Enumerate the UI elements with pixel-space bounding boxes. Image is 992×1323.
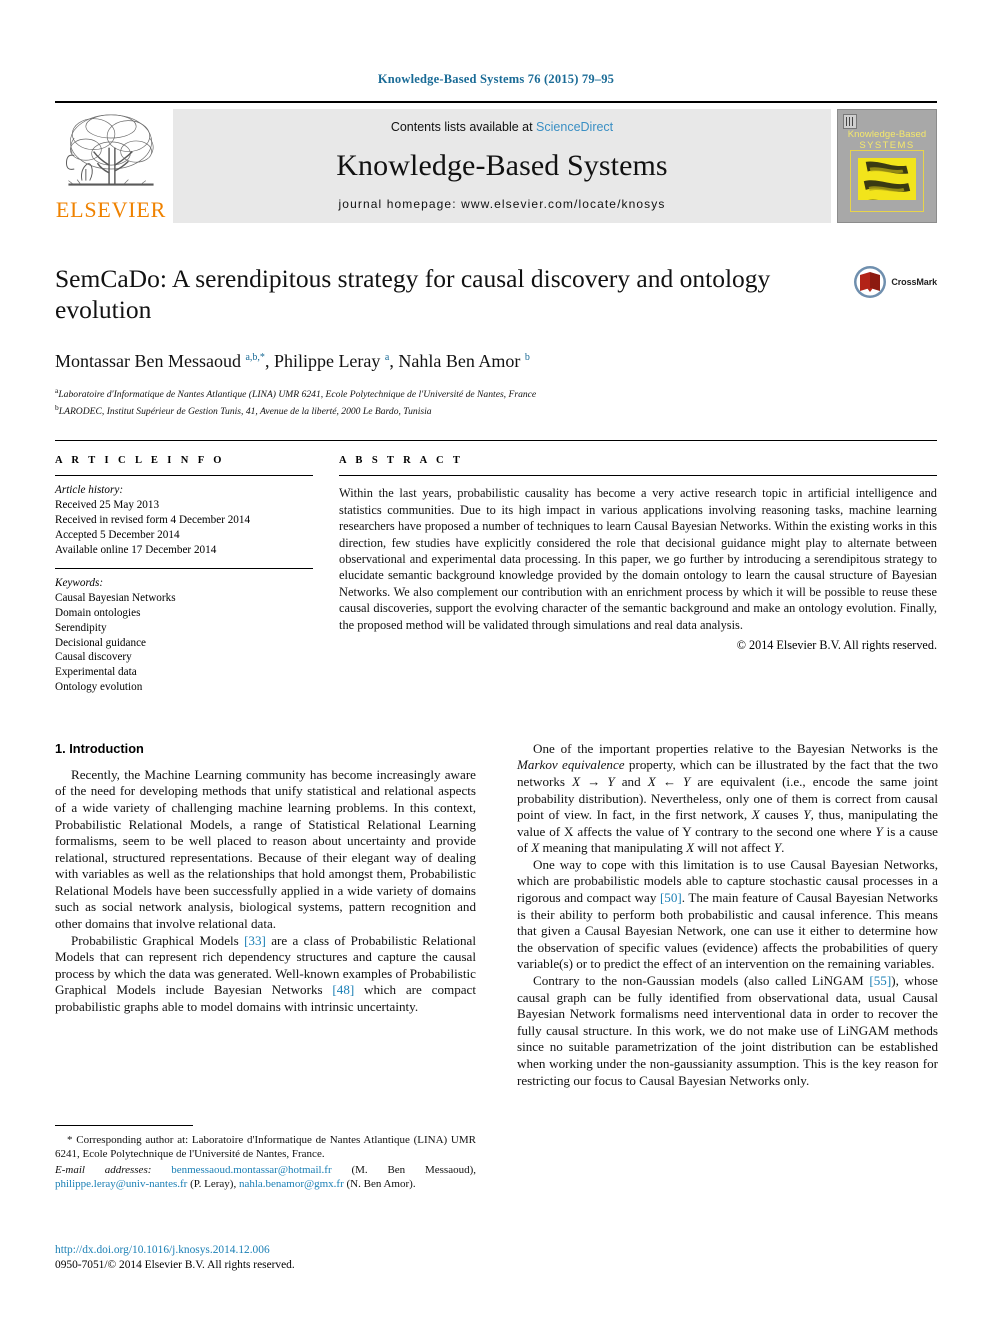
footnote-rule bbox=[55, 1125, 193, 1126]
citation-ref[interactable]: [48] bbox=[332, 982, 354, 997]
citation-ref[interactable]: [55] bbox=[869, 973, 891, 988]
page-title: SemCaDo: A serendipitous strategy for ca… bbox=[55, 264, 771, 324]
body-right-column: One of the important properties relative… bbox=[517, 741, 938, 1211]
paragraph: Recently, the Machine Learning community… bbox=[55, 766, 476, 932]
article-info-heading: A R T I C L E I N F O bbox=[55, 455, 225, 467]
email-link[interactable]: philippe.leray@univ-nantes.fr bbox=[55, 1178, 187, 1190]
crossmark-icon bbox=[854, 266, 887, 298]
keyword-item: Domain ontologies bbox=[55, 606, 141, 619]
contents-available-line: Contents lists available at ScienceDirec… bbox=[391, 120, 613, 134]
affiliation-b: bLARODEC, Institut Supérieur de Gestion … bbox=[55, 403, 432, 418]
keyword-item: Decisional guidance bbox=[55, 636, 147, 649]
keywords-block: Keywords: Causal Bayesian Networks Domai… bbox=[55, 576, 313, 694]
abstract-heading: A B S T R A C T bbox=[339, 455, 464, 467]
section-title-introduction: 1. Introduction bbox=[55, 740, 144, 756]
corresponding-author-text: * Corresponding author at: Laboratoire d… bbox=[55, 1134, 476, 1160]
email-owner: (P. Leray) bbox=[190, 1178, 234, 1190]
paper-page: Knowledge-Based Systems 76 (2015) 79–95 bbox=[0, 0, 992, 1323]
sciencedirect-link[interactable]: ScienceDirect bbox=[536, 120, 613, 134]
email-owner: (N. Ben Amor) bbox=[346, 1178, 413, 1190]
email-link[interactable]: nahla.benamor@gmx.fr bbox=[239, 1178, 344, 1190]
article-history-block: Article history: Received 25 May 2013 Re… bbox=[55, 483, 313, 557]
cover-badge-icon bbox=[843, 114, 857, 129]
keywords-rule bbox=[55, 568, 313, 570]
authors-text: Montassar Ben Messaoud a,b,*, Philippe L… bbox=[55, 351, 530, 371]
journal-cover-thumbnail: Knowledge-Based SYSTEMS bbox=[837, 109, 937, 223]
email-owner: (M. Ben Messaoud) bbox=[351, 1164, 474, 1176]
cover-title-line1: Knowledge-Based bbox=[847, 129, 927, 140]
author-list: Montassar Ben Messaoud a,b,*, Philippe L… bbox=[55, 351, 937, 372]
doi-block: http://dx.doi.org/10.1016/j.knosys.2014.… bbox=[55, 1243, 485, 1272]
keyword-item: Experimental data bbox=[55, 666, 137, 679]
affiliation-a: aLaboratoire d'Informatique de Nantes At… bbox=[55, 386, 537, 401]
abstract-copyright: © 2014 Elsevier B.V. All rights reserved… bbox=[736, 638, 937, 653]
journal-masthead: ELSEVIER Contents lists available at Sci… bbox=[55, 101, 937, 223]
article-history-label: Article history: bbox=[55, 484, 124, 497]
paragraph: Probabilistic Graphical Models [33] are … bbox=[55, 932, 476, 1015]
emphasis-markov-equivalence: Markov equivalence bbox=[517, 757, 625, 773]
abstract-rule bbox=[339, 475, 937, 477]
keyword-item: Serendipity bbox=[55, 621, 107, 634]
contents-prefix: Contents lists available at bbox=[390, 120, 537, 134]
journal-title: Knowledge-Based Systems bbox=[336, 148, 668, 182]
running-head: Knowledge-Based Systems 76 (2015) 79–95 bbox=[377, 72, 615, 86]
info-top-rule bbox=[55, 440, 937, 442]
journal-homepage[interactable]: journal homepage: www.elsevier.com/locat… bbox=[339, 197, 666, 211]
cover-helix-art bbox=[858, 158, 916, 200]
paragraph: One of the important properties relative… bbox=[517, 740, 939, 856]
elsevier-tree-icon bbox=[66, 114, 154, 186]
elsevier-logo: ELSEVIER bbox=[55, 109, 167, 223]
paragraph: Contrary to the non-Gaussian models (als… bbox=[517, 973, 938, 1088]
email-addresses-note: E-mail addresses: benmessaoud.montassar@… bbox=[55, 1164, 476, 1190]
email-label: E-mail addresses: bbox=[55, 1164, 152, 1176]
email-link[interactable]: benmessaoud.montassar@hotmail.fr bbox=[171, 1164, 331, 1176]
history-item: Available online 17 December 2014 bbox=[55, 543, 217, 556]
citation-ref[interactable]: [33] bbox=[244, 933, 266, 948]
keywords-label: Keywords: bbox=[55, 577, 104, 590]
issn-copyright-line: 0950-7051/© 2014 Elsevier B.V. All right… bbox=[55, 1258, 295, 1271]
affiliations: aLaboratoire d'Informatique de Nantes At… bbox=[55, 384, 937, 418]
paragraph: One way to cope with this limitation is … bbox=[517, 856, 939, 972]
article-info-column: A R T I C L E I N F O Article history: R… bbox=[55, 455, 313, 694]
corresponding-author-note: * Corresponding author at: Laboratoire d… bbox=[55, 1133, 476, 1161]
cover-title: Knowledge-Based SYSTEMS bbox=[838, 129, 936, 151]
article-info-rule bbox=[55, 475, 313, 477]
abstract-text: Within the last years, probabilistic cau… bbox=[339, 486, 937, 632]
keyword-item: Causal discovery bbox=[55, 651, 132, 664]
affiliation-a-text: Laboratoire d'Informatique de Nantes Atl… bbox=[58, 389, 537, 401]
info-abstract-row: A R T I C L E I N F O Article history: R… bbox=[55, 455, 937, 694]
abstract-column: A B S T R A C T Within the last years, p… bbox=[339, 455, 937, 694]
history-item: Received 25 May 2013 bbox=[55, 499, 160, 512]
affiliation-b-text: LARODEC, Institut Supérieur de Gestion T… bbox=[58, 406, 432, 418]
crossmark-badge[interactable]: CrossMark bbox=[853, 265, 937, 299]
citation-ref[interactable]: [50] bbox=[660, 890, 682, 905]
keyword-item: Causal Bayesian Networks bbox=[55, 592, 176, 605]
history-item: Received in revised form 4 December 2014 bbox=[55, 513, 251, 526]
doi-link[interactable]: http://dx.doi.org/10.1016/j.knosys.2014.… bbox=[55, 1243, 485, 1258]
dna-helix-icon bbox=[863, 161, 911, 200]
history-item: Accepted 5 December 2014 bbox=[55, 528, 180, 541]
crossmark-label: CrossMark bbox=[891, 277, 937, 287]
elsevier-wordmark: ELSEVIER bbox=[55, 197, 167, 222]
footnote-block: * Corresponding author at: Laboratoire d… bbox=[55, 1125, 476, 1191]
masthead-center-panel: Contents lists available at ScienceDirec… bbox=[173, 109, 831, 223]
keyword-item: Ontology evolution bbox=[55, 680, 143, 693]
title-block: SemCaDo: A serendipitous strategy for ca… bbox=[55, 263, 937, 333]
